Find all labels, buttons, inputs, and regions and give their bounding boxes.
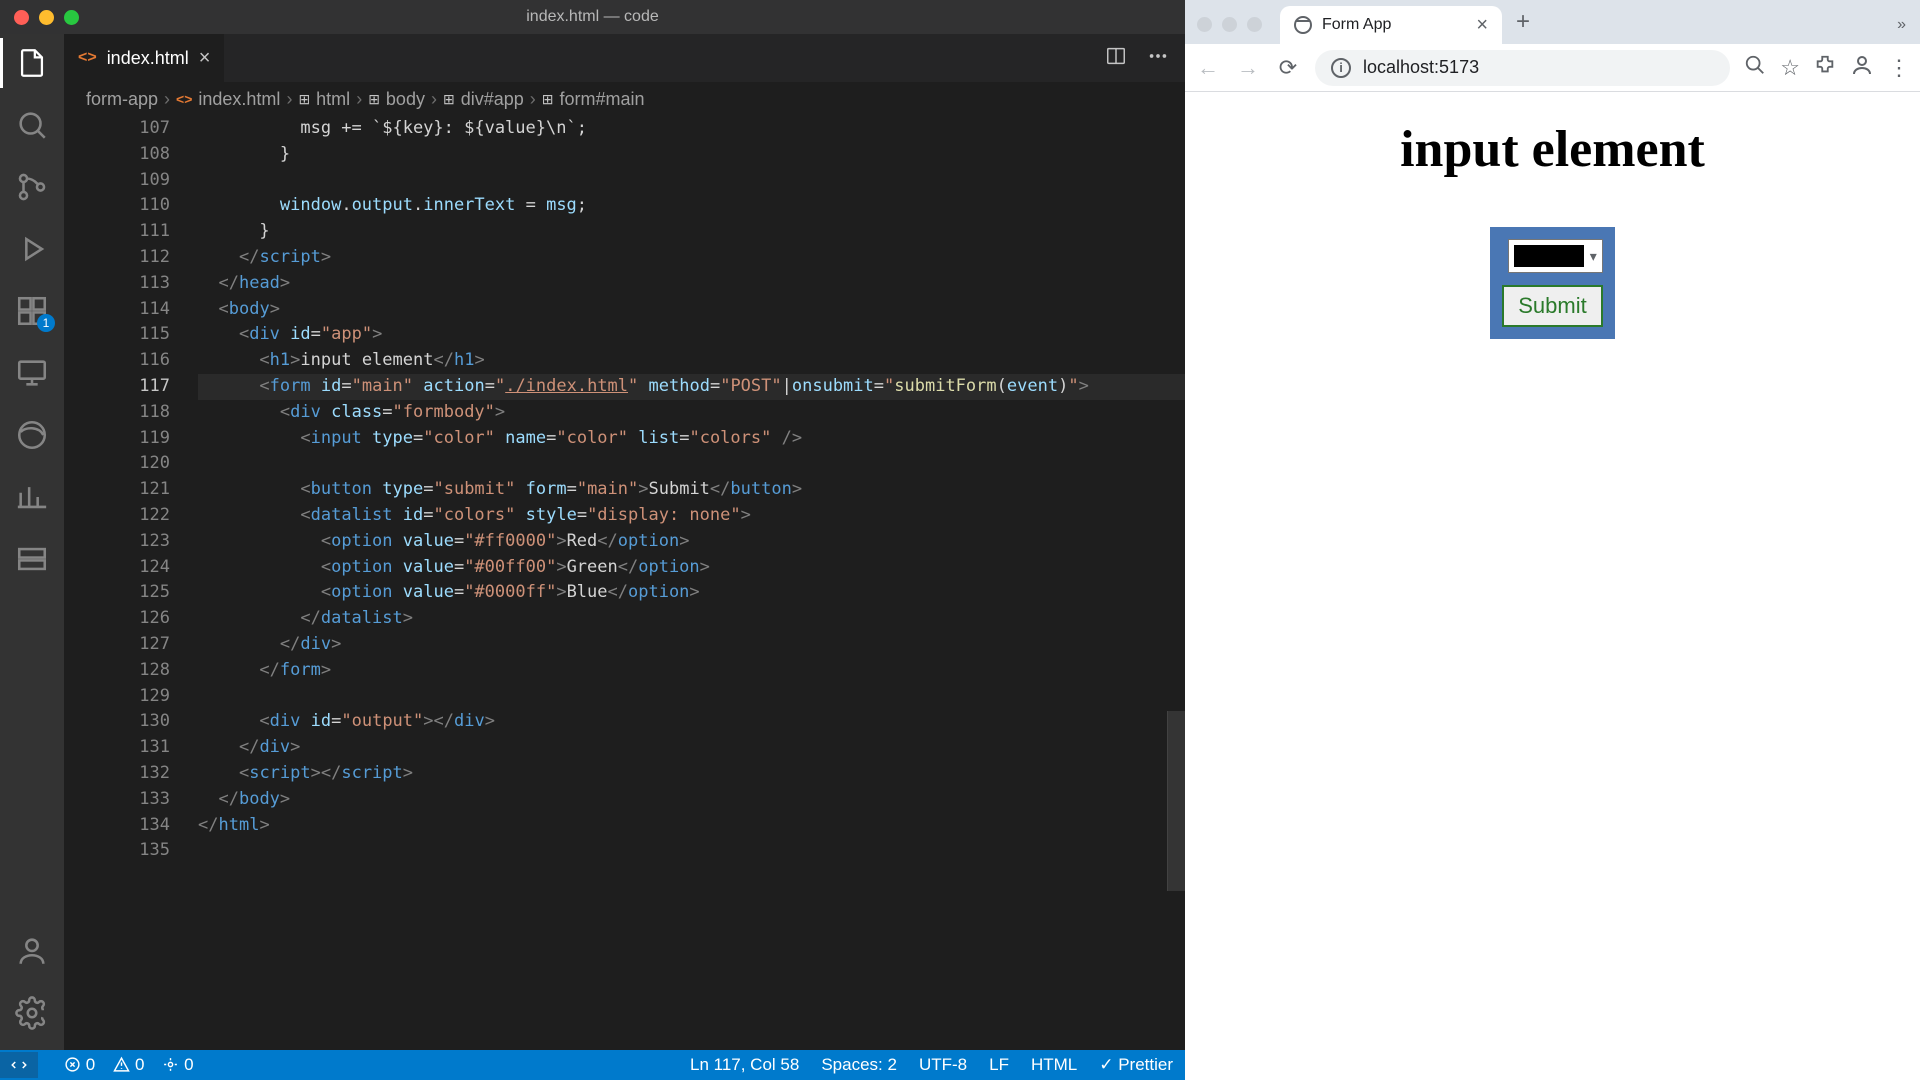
element-icon: ⊞ — [368, 91, 380, 108]
ports-forwarded[interactable]: 0 — [162, 1055, 193, 1075]
element-icon: ⊞ — [443, 91, 455, 108]
extensions-icon[interactable]: 1 — [15, 294, 49, 328]
chevron-down-icon: ▾ — [1590, 248, 1597, 265]
favicon-globe-icon — [1294, 16, 1312, 34]
errors-count[interactable]: 0 — [64, 1055, 95, 1075]
activity-bar: 1 — [0, 34, 64, 1050]
edge-tools-icon[interactable] — [15, 418, 49, 452]
settings-gear-icon[interactable] — [15, 996, 49, 1030]
breadcrumb-item: <>index.html — [176, 89, 280, 110]
expand-tabs-icon[interactable]: » — [1897, 16, 1906, 34]
bookmark-star-icon[interactable]: ☆ — [1780, 55, 1800, 81]
tab-close-icon[interactable]: × — [199, 48, 211, 68]
chevron-right-icon: › — [356, 89, 362, 110]
chevron-right-icon: › — [530, 89, 536, 110]
breadcrumb-item: ⊞body — [368, 89, 425, 110]
remote-containers-icon[interactable] — [15, 542, 49, 576]
url-text: localhost:5173 — [1363, 57, 1479, 78]
page-heading: input element — [1400, 120, 1705, 179]
more-actions-icon[interactable] — [1147, 45, 1169, 72]
minimap[interactable] — [1167, 116, 1185, 1050]
search-icon[interactable] — [15, 108, 49, 142]
breadcrumbs[interactable]: form-app › <>index.html › ⊞html › ⊞body … — [64, 82, 1185, 116]
language-mode[interactable]: HTML — [1031, 1055, 1077, 1075]
code-content[interactable]: msg += `${key}: ${value}\n`; } window.ou… — [198, 116, 1185, 1050]
split-editor-icon[interactable] — [1105, 45, 1127, 72]
color-swatch — [1514, 245, 1584, 267]
new-tab-button[interactable]: + — [1516, 8, 1530, 36]
breadcrumb-item: form-app — [86, 89, 158, 110]
submit-button[interactable]: Submit — [1502, 285, 1602, 327]
chevron-right-icon: › — [164, 89, 170, 110]
html-file-icon: <> — [78, 49, 97, 67]
tab-close-icon[interactable]: × — [1476, 14, 1488, 37]
html-file-icon: <> — [176, 91, 192, 107]
eol[interactable]: LF — [989, 1055, 1009, 1075]
tab-filename: index.html — [107, 48, 189, 69]
run-debug-icon[interactable] — [15, 232, 49, 266]
element-icon: ⊞ — [542, 91, 554, 108]
element-icon: ⊞ — [298, 91, 310, 108]
editor-area: <> index.html × form-app — [64, 34, 1185, 1050]
site-info-icon[interactable]: i — [1331, 58, 1351, 78]
close-window-button[interactable] — [1197, 17, 1212, 32]
breadcrumb-item: ⊞div#app — [443, 89, 524, 110]
titlebar: index.html — code — [0, 0, 1185, 34]
tab-title: Form App — [1322, 16, 1391, 34]
chevron-right-icon: › — [431, 89, 437, 110]
window-title: index.html — code — [0, 8, 1185, 26]
remote-explorer-icon[interactable] — [15, 356, 49, 390]
rendered-page: input element ▾ Submit — [1185, 92, 1920, 1080]
forward-button[interactable]: → — [1235, 55, 1261, 81]
code-editor[interactable]: 1071081091101111121131141151161171181191… — [64, 116, 1185, 1050]
formatter[interactable]: ✓ Prettier — [1099, 1055, 1173, 1075]
chrome-window: Form App × + » ← → ⟳ i localhost:5173 ☆ — [1185, 0, 1920, 1080]
source-control-icon[interactable] — [15, 170, 49, 204]
remote-indicator[interactable] — [0, 1052, 38, 1078]
minimize-window-button[interactable] — [1222, 17, 1237, 32]
metrics-icon[interactable] — [15, 480, 49, 514]
profile-avatar-icon[interactable] — [1850, 53, 1874, 83]
tabs-row: <> index.html × — [64, 34, 1185, 82]
chevron-right-icon: › — [286, 89, 292, 110]
statusbar: 0 0 0 Ln 117, Col 58 Spaces: 2 UTF-8 LF … — [0, 1050, 1185, 1080]
vscode-window: index.html — code — [0, 0, 1185, 1080]
zoom-icon[interactable] — [1744, 54, 1766, 82]
encoding[interactable]: UTF-8 — [919, 1055, 967, 1075]
indentation[interactable]: Spaces: 2 — [821, 1055, 897, 1075]
form-container: ▾ Submit — [1490, 227, 1614, 339]
line-numbers-gutter: 1071081091101111121131141151161171181191… — [64, 116, 198, 1050]
warnings-count[interactable]: 0 — [113, 1055, 144, 1075]
browser-tab[interactable]: Form App × — [1280, 6, 1502, 44]
tab-index-html[interactable]: <> index.html × — [64, 34, 225, 82]
traffic-lights — [1197, 17, 1262, 32]
zoom-window-button[interactable] — [1247, 17, 1262, 32]
reload-button[interactable]: ⟳ — [1275, 55, 1301, 81]
extensions-puzzle-icon[interactable] — [1814, 54, 1836, 82]
account-icon[interactable] — [15, 934, 49, 968]
minimap-thumb[interactable] — [1167, 711, 1185, 891]
chrome-toolbar: ← → ⟳ i localhost:5173 ☆ ⋮ — [1185, 44, 1920, 92]
extensions-badge: 1 — [37, 314, 55, 332]
breadcrumb-item: ⊞html — [298, 89, 350, 110]
address-bar[interactable]: i localhost:5173 — [1315, 50, 1730, 86]
breadcrumb-item: ⊞form#main — [542, 89, 645, 110]
chrome-menu-icon[interactable]: ⋮ — [1888, 55, 1910, 81]
chrome-tabstrip: Form App × + » — [1185, 0, 1920, 44]
color-input[interactable]: ▾ — [1508, 239, 1603, 273]
explorer-icon[interactable] — [15, 46, 49, 80]
back-button[interactable]: ← — [1195, 55, 1221, 81]
cursor-position[interactable]: Ln 117, Col 58 — [690, 1055, 799, 1075]
